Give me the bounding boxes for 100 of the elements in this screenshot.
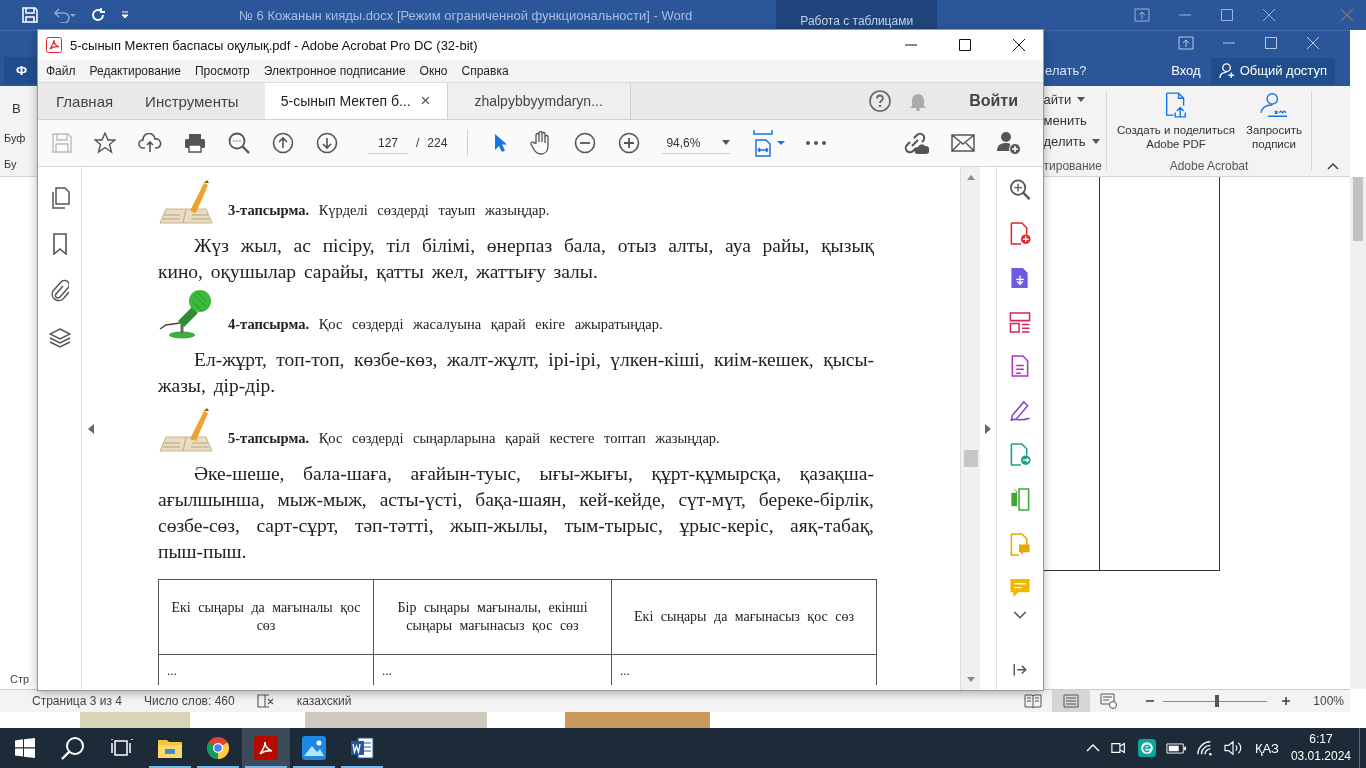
paperclip-icon[interactable] — [50, 279, 69, 303]
document-share-icon — [1165, 92, 1187, 118]
zoom-dropdown[interactable]: 94,6% — [662, 132, 731, 154]
start-icon[interactable] — [15, 738, 35, 758]
ribbon-label: Бу — [4, 158, 18, 170]
group-label: тирование — [1043, 159, 1102, 175]
ribbon-button[interactable]: Запросить подписи — [1243, 90, 1305, 159]
pen-icon[interactable] — [1008, 399, 1032, 421]
context-tab[interactable]: Работа с таблицами — [776, 0, 938, 30]
maximize-icon[interactable] — [959, 39, 971, 51]
pointer-icon[interactable] — [494, 133, 509, 153]
layout-icon[interactable] — [1009, 311, 1031, 333]
file-tab[interactable]: Ф — [4, 57, 40, 84]
zoom-level[interactable]: 100% — [1313, 694, 1344, 708]
close-tab-button[interactable]: × — [420, 91, 431, 111]
tab[interactable]: zhalpybbyymdaryn... — [447, 83, 631, 119]
pdf-plus-icon[interactable] — [1009, 222, 1031, 245]
document-icon[interactable] — [1010, 355, 1030, 378]
language-indicator[interactable]: казахский — [296, 694, 352, 708]
antivirus-icon[interactable] — [1138, 739, 1156, 757]
wifi-icon[interactable] — [1196, 740, 1214, 756]
menu-item[interactable]: Справка — [461, 64, 509, 78]
zoom-search-icon[interactable] — [228, 132, 250, 154]
tab[interactable]: 5-сынып Мектеп б... × — [264, 83, 448, 119]
collapse-panel-icon[interactable] — [1013, 662, 1027, 676]
tell-me-text[interactable]: елать? — [1045, 63, 1087, 78]
ribbon-display-icon[interactable] — [1178, 36, 1194, 50]
search-icon[interactable] — [61, 736, 85, 760]
ribbon-item[interactable]: менить — [1043, 113, 1102, 128]
customize-caret-icon[interactable] — [120, 10, 130, 20]
sign-in-link[interactable]: Вход — [1171, 63, 1201, 78]
page-number-field[interactable]: 127 — [368, 132, 408, 154]
proofing-icon[interactable] — [256, 693, 275, 709]
close-icon[interactable] — [1013, 39, 1025, 51]
add-person-icon[interactable] — [997, 131, 1021, 155]
scrollbar-thumb[interactable] — [963, 450, 978, 467]
undo-icon[interactable] — [52, 7, 76, 23]
ribbon-item[interactable]: делить — [1043, 134, 1102, 149]
folder-icon — [157, 737, 183, 759]
clock[interactable]: 6:17 03.01.2024 — [1290, 731, 1351, 765]
menu-item[interactable]: Электронное подписание — [263, 64, 406, 78]
page-icon — [1063, 694, 1080, 708]
fit-page-icon[interactable] — [752, 129, 787, 157]
volume-icon[interactable] — [1224, 740, 1242, 756]
language-indicator[interactable]: ҚАЗ — [1255, 740, 1279, 756]
menu-item[interactable]: Окно — [419, 64, 448, 78]
document-send-icon[interactable] — [1009, 443, 1031, 466]
menu-item[interactable]: Просмотр — [194, 64, 250, 78]
next-page-icon[interactable] — [316, 132, 338, 154]
zoom-in-icon[interactable] — [1281, 696, 1292, 706]
layers-icon[interactable] — [48, 327, 71, 349]
view-button[interactable] — [1052, 690, 1091, 712]
bookmark-icon[interactable] — [51, 233, 68, 255]
zoom-search-icon[interactable] — [1009, 179, 1031, 201]
share-button[interactable]: Общий доступ — [1210, 57, 1335, 84]
collapse-ribbon-icon[interactable] — [1327, 162, 1339, 170]
ribbon-label: В — [12, 101, 22, 116]
camera-icon[interactable] — [1110, 740, 1128, 756]
task-view-icon[interactable] — [111, 738, 133, 758]
pages-icon[interactable] — [49, 187, 70, 209]
scrollbar[interactable] — [960, 167, 980, 690]
chevron-down-icon[interactable] — [1013, 610, 1027, 619]
zoom-out-icon[interactable] — [574, 132, 597, 154]
zoom-in-icon[interactable] — [618, 132, 641, 154]
collapse-right-icon[interactable] — [985, 423, 991, 434]
previous-page-icon[interactable] — [272, 132, 294, 154]
menu-item[interactable]: Редактирование — [89, 64, 181, 78]
menu-item[interactable]: Файл — [46, 64, 76, 78]
document-export-icon[interactable] — [1009, 267, 1031, 290]
redo-icon[interactable] — [90, 7, 106, 23]
table-header: Екі сыңары да мағыналы қос сөз — [158, 579, 374, 655]
battery-icon[interactable] — [1166, 742, 1186, 754]
mail-icon[interactable] — [951, 134, 975, 152]
page-count[interactable]: Страница 3 из 4 — [32, 694, 122, 708]
book-icon — [1024, 694, 1043, 708]
star-icon[interactable] — [94, 132, 116, 154]
caret-icon — [722, 140, 731, 145]
word-count[interactable]: Число слов: 460 — [143, 694, 235, 708]
help-icon[interactable] — [869, 90, 892, 112]
task-paragraph: Ел-жұрт, топ-топ, көзбе-көз, жалт-жұлт, ірі-ірі, үлкен-кіші, киім-кешек, қысы-жазы, дір-дір. — [158, 348, 874, 398]
ribbon-item[interactable]: айти — [1043, 92, 1102, 107]
collapse-left-icon[interactable] — [88, 423, 94, 434]
scroll-down-icon[interactable] — [966, 677, 975, 682]
pdf-app-icon — [254, 736, 278, 760]
ribbon-label: Буф — [4, 132, 27, 144]
scrollbar[interactable] — [1350, 177, 1366, 689]
scroll-up-icon[interactable] — [966, 175, 975, 180]
sign-in-button[interactable]: Войти — [945, 83, 1043, 119]
window-title: 5-сынып Мектеп баспасы оқулық.pdf - Adobe Acrobat Pro DC (32-bit) — [70, 37, 478, 53]
ribbon-button[interactable]: Создать и поделиться Adobe PDF — [1111, 90, 1241, 159]
split-page-icon[interactable] — [1009, 487, 1031, 511]
chevron-up-icon[interactable] — [1086, 744, 1100, 752]
task-heading: 3-тапсырма. Күрделі сөздерді тауып жазыңдар. — [228, 202, 550, 220]
cloud-upload-icon[interactable] — [138, 133, 162, 153]
link-cloud-icon[interactable] — [903, 131, 929, 155]
word-app-icon — [350, 736, 374, 760]
task-paragraph: Жүз жыл, ас пісіру, тіл білімі, өнерпаз бала, отыз алты, ауа райы, қызық кино, оқушылар сарайы, қатты жел, жаттығу залы. — [158, 234, 874, 284]
ribbon-display-icon[interactable] — [1134, 8, 1150, 22]
more-icon[interactable] — [806, 141, 827, 145]
print-icon[interactable] — [184, 133, 206, 153]
